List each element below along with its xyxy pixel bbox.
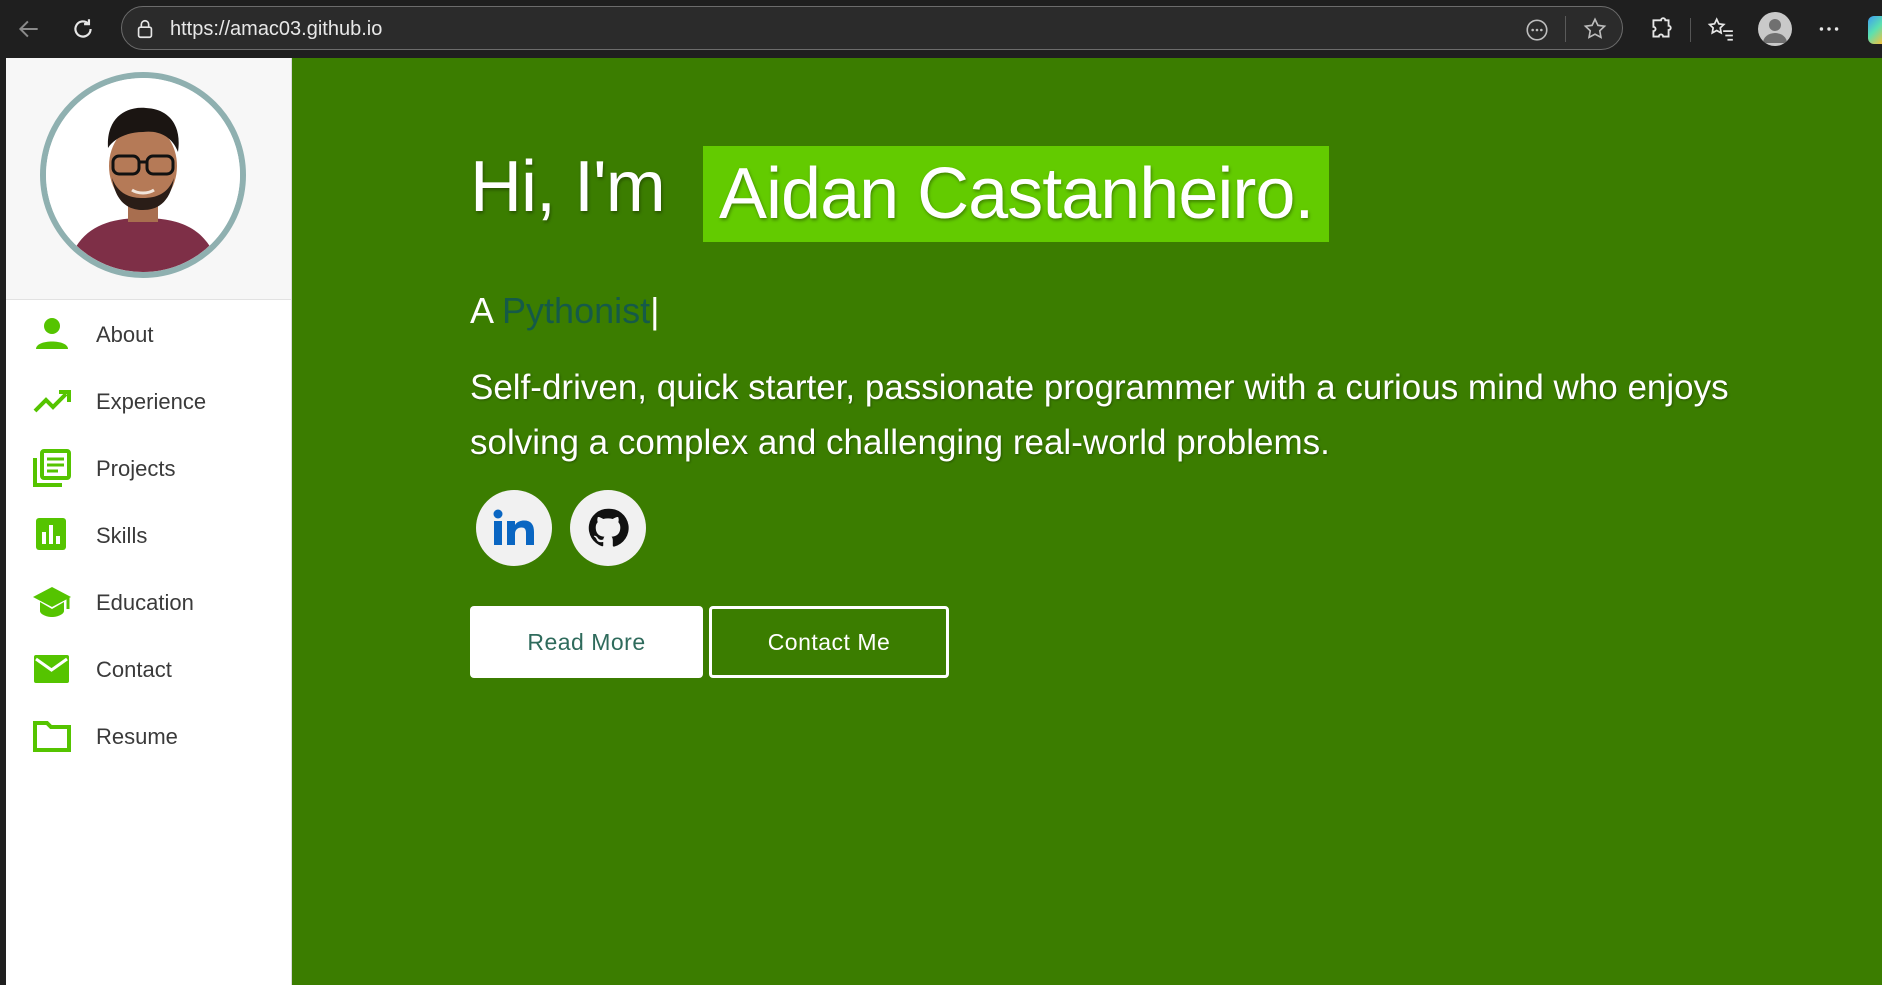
- typing-cursor: |: [650, 290, 660, 331]
- sidebar-item-label: Skills: [96, 523, 148, 548]
- ellipsis-icon: [1819, 27, 1839, 31]
- mail-icon: [34, 655, 69, 683]
- github-link[interactable]: [570, 490, 646, 566]
- trending-up-icon: [33, 390, 71, 413]
- hero-section: Hi, I'm Aidan Castanheiro. A Pythonist| …: [291, 58, 1882, 985]
- bar-chart-icon: [36, 518, 66, 550]
- sidebar-item-resume[interactable]: Resume: [6, 702, 291, 769]
- profile-avatar[interactable]: [1758, 12, 1792, 46]
- library-books-icon: [33, 449, 71, 487]
- linkedin-icon: [493, 509, 534, 545]
- browser-toolbar: https://amac03.github.io: [0, 0, 1882, 58]
- settings-menu-button[interactable]: [1810, 10, 1848, 48]
- star-icon[interactable]: [1582, 16, 1608, 42]
- sidebar-header: [6, 58, 291, 300]
- role-typed-text: Pythonist: [502, 290, 651, 331]
- person-icon: [36, 318, 68, 349]
- more-options-icon[interactable]: [1524, 17, 1550, 43]
- sidebar-item-label: Projects: [96, 456, 176, 481]
- address-bar[interactable]: https://amac03.github.io: [121, 6, 1623, 50]
- back-button[interactable]: [10, 10, 48, 48]
- refresh-button[interactable]: [64, 10, 102, 48]
- github-icon: [588, 508, 629, 547]
- profile-photo: [40, 72, 246, 278]
- favorites-list-icon: [1707, 17, 1733, 41]
- folder-icon: [33, 721, 71, 752]
- sidebar-item-label: Education: [96, 590, 194, 615]
- portrait-icon: [46, 78, 240, 272]
- copilot-icon[interactable]: [1868, 16, 1882, 44]
- sidebar-item-label: About: [96, 322, 154, 347]
- sidebar: About Experience Projects Skills Educati…: [6, 58, 291, 985]
- toolbar-divider: [1690, 18, 1691, 42]
- user-icon: [1763, 19, 1787, 43]
- sidebar-item-skills[interactable]: Skills: [6, 501, 291, 568]
- lock-icon[interactable]: [134, 18, 156, 40]
- sidebar-item-projects[interactable]: Projects: [6, 434, 291, 501]
- arrow-left-icon: [18, 20, 38, 38]
- sidebar-item-about[interactable]: About: [6, 300, 291, 367]
- sidebar-item-education[interactable]: Education: [6, 568, 291, 635]
- hero-greeting: Hi, I'm: [470, 147, 666, 227]
- role-prefix: A: [470, 290, 493, 331]
- sidebar-item-label: Resume: [96, 724, 178, 749]
- sidebar-item-experience[interactable]: Experience: [6, 367, 291, 434]
- address-divider: [1565, 16, 1566, 42]
- intro-text: Self-driven, quick starter, passionate p…: [470, 368, 1729, 462]
- contact-me-button[interactable]: Contact Me: [709, 606, 949, 678]
- favorites-button[interactable]: [1702, 10, 1740, 48]
- read-more-button[interactable]: Read More: [470, 606, 703, 678]
- hero-name: Aidan Castanheiro.: [703, 146, 1330, 242]
- sidebar-item-label: Contact: [96, 657, 172, 682]
- puzzle-icon: [1652, 17, 1672, 38]
- sidebar-item-label: Experience: [96, 389, 207, 414]
- sidebar-item-contact[interactable]: Contact: [6, 635, 291, 702]
- url-text[interactable]: https://amac03.github.io: [170, 18, 382, 41]
- refresh-icon: [74, 19, 92, 38]
- graduation-cap-icon: [33, 587, 71, 617]
- sidebar-nav: About Experience Projects Skills Educati…: [6, 300, 291, 769]
- role-line: A Pythonist|: [470, 290, 659, 332]
- linkedin-link[interactable]: [476, 490, 552, 566]
- extensions-button[interactable]: [1642, 10, 1680, 48]
